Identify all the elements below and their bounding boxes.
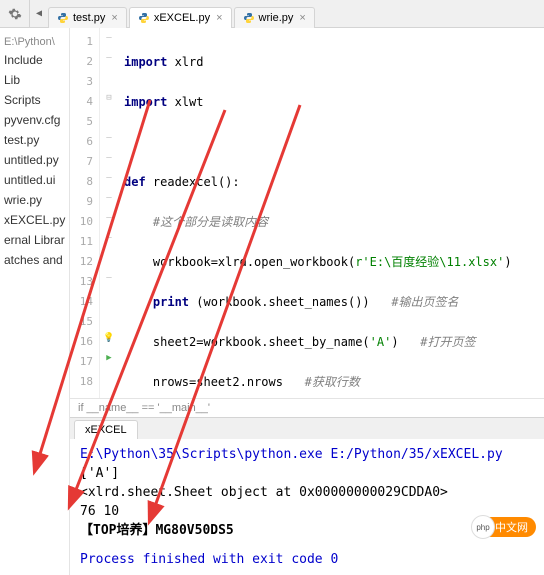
tab-test[interactable]: test.py × [48,7,127,28]
console-output[interactable]: E:\Python\35\Scripts\python.exe E:/Pytho… [70,439,544,575]
sidebar-item[interactable]: atches and [0,250,69,270]
code-editor[interactable]: import xlrd import xlwt def readexcel():… [118,28,544,398]
tab-label: wrie.py [259,12,294,24]
sidebar-item[interactable]: untitled.ui [0,170,69,190]
console-line: ['A'] [80,464,534,483]
sidebar-item[interactable]: test.py [0,130,69,150]
sidebar-item[interactable]: xEXCEL.py [0,210,69,230]
settings-button[interactable] [0,0,30,28]
sidebar-item[interactable]: Scripts [0,90,69,110]
line-gutter: 123 456 789 101112 131415 161718 [70,28,100,398]
sidebar-item[interactable]: Include [0,50,69,70]
gear-icon [8,7,22,21]
run-gutter-icon: ▶ [100,348,118,368]
tab-label: test.py [73,12,105,24]
sidebar-item[interactable]: untitled.py [0,150,69,170]
top-toolbar: ◀ test.py × xEXCEL.py × wrie.py × [0,0,544,28]
breadcrumb[interactable]: if __name__ == '__main__' [70,398,544,417]
tab-label: xEXCEL.py [154,12,210,24]
python-file-icon [138,12,150,24]
watermark-badge: 中文网 [475,517,536,537]
console-tab-bar: xEXCEL [70,417,544,439]
console-tab[interactable]: xEXCEL [74,420,138,439]
marker-column: — — ⊟ — — — — — — — 💡 ▶ [100,28,118,398]
python-file-icon [243,12,255,24]
sidebar-item[interactable]: pyvenv.cfg [0,110,69,130]
console-command: E:\Python\35\Scripts\python.exe E:/Pytho… [80,445,534,464]
editor-tabs: test.py × xEXCEL.py × wrie.py × [48,0,317,28]
close-icon[interactable]: × [111,12,117,24]
console-line: 【TOP培养】MG80V50DS5 [80,521,534,540]
console-line: 76 10 [80,502,534,521]
sidebar-item[interactable]: wrie.py [0,190,69,210]
tab-xexcel[interactable]: xEXCEL.py × [129,7,232,28]
python-file-icon [57,12,69,24]
editor-pane: 123 456 789 101112 131415 161718 — — ⊟ —… [70,28,544,575]
project-path: E:\Python\ [0,34,69,50]
close-icon[interactable]: × [299,12,305,24]
sidebar-item[interactable]: Lib [0,70,69,90]
sidebar-item[interactable]: ernal Librar [0,230,69,250]
project-sidebar[interactable]: E:\Python\ Include Lib Scripts pyvenv.cf… [0,28,70,575]
bulb-icon: 💡 [100,328,118,348]
close-icon[interactable]: × [216,12,222,24]
tab-prev-button[interactable]: ◀ [30,0,48,28]
tab-wrie[interactable]: wrie.py × [234,7,315,28]
exit-code-line: Process finished with exit code 0 [80,550,534,569]
console-line: <xlrd.sheet.Sheet object at 0x0000000002… [80,483,534,502]
